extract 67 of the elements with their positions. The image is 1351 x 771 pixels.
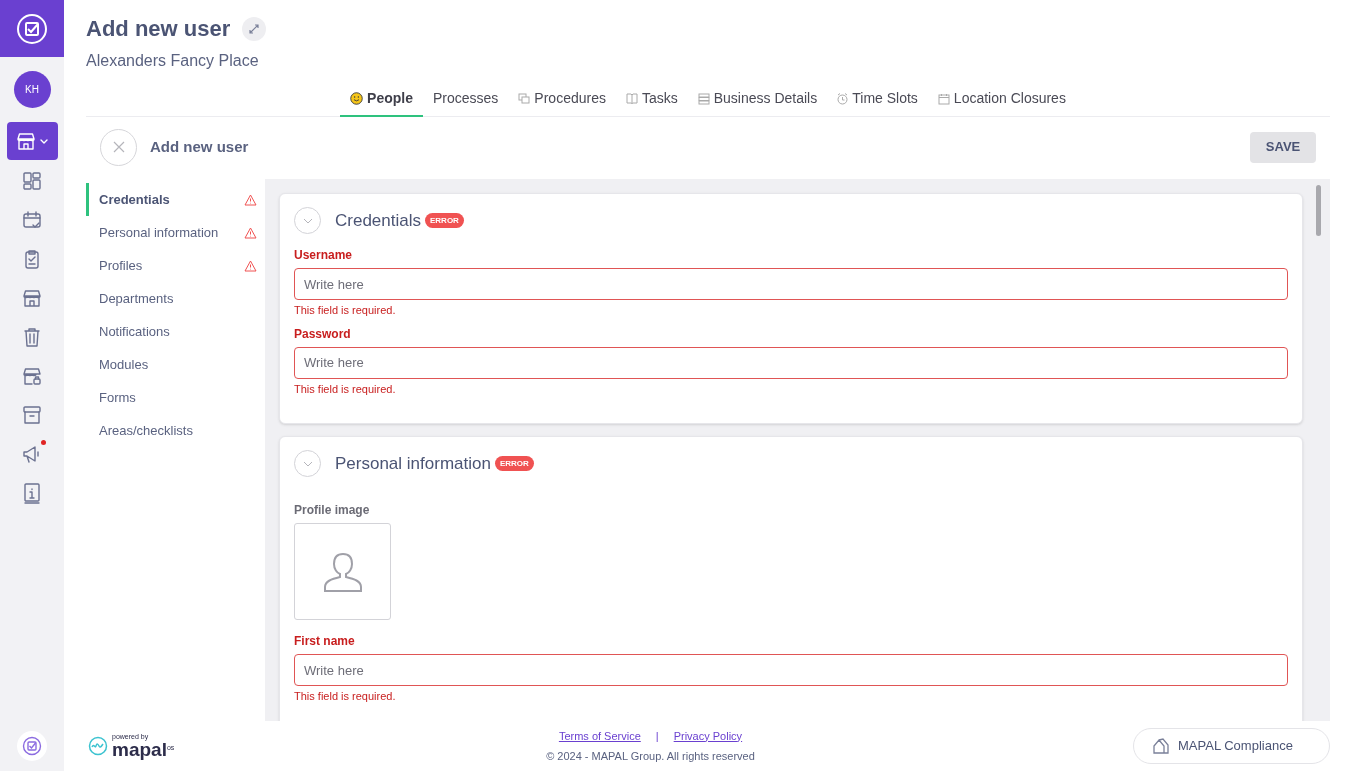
link-separator: | (655, 728, 659, 744)
field-label: Profile image (294, 502, 371, 519)
form-title: Add new user (150, 136, 249, 157)
wave-circle-icon (88, 736, 108, 756)
rail-item[interactable] (6, 122, 58, 160)
alarm-clock-icon (837, 92, 849, 105)
field-label: Username (294, 247, 354, 264)
book-info-icon (21, 482, 43, 504)
error-message: This field is required. (294, 381, 397, 397)
trash-icon (21, 326, 43, 348)
privacy-link[interactable]: Privacy Policy (673, 727, 743, 744)
store-lock-icon (21, 365, 43, 387)
store-icon (21, 287, 43, 309)
copyright-text: © 2024 - MAPAL Group. All rights reserved (546, 749, 755, 764)
scrollbar[interactable] (1316, 185, 1321, 236)
calendar-icon (937, 92, 950, 105)
field-label: First name (294, 633, 356, 650)
section-nav-item[interactable]: Areas/checklists (86, 414, 265, 447)
calendar-check-icon (21, 209, 43, 231)
copy-icon (518, 92, 531, 105)
tab[interactable]: People (340, 82, 423, 117)
app-logo[interactable] (0, 0, 64, 57)
dashboard-icon (21, 170, 43, 192)
error-message: This field is required. (294, 689, 397, 704)
error-message: This field is required. (294, 303, 397, 318)
tab[interactable]: Time Slots (827, 82, 928, 117)
text-field[interactable]: Write here (294, 268, 1288, 300)
card-title: Personal information (335, 452, 491, 475)
smiley-icon (350, 92, 364, 105)
section-nav-item[interactable]: Credentials (86, 183, 265, 216)
error-badge: ERROR (425, 213, 464, 228)
chevron-down-icon (302, 217, 313, 224)
section-nav-item[interactable]: Departments (86, 282, 265, 315)
error-badge: ERROR (494, 456, 534, 471)
tab[interactable]: Tasks (615, 82, 688, 117)
chevron-down-icon (302, 460, 313, 467)
section-nav-item[interactable]: Personal information (86, 216, 265, 249)
text-field[interactable]: Write here (294, 654, 1288, 686)
store-icon (15, 130, 37, 152)
book-icon (625, 93, 638, 104)
list-icon (697, 92, 710, 105)
save-button[interactable]: SAVE (1250, 131, 1316, 163)
location-name: Alexanders Fancy Place (86, 51, 260, 71)
expand-icon[interactable] (242, 16, 267, 41)
tab[interactable]: Location Closures (927, 82, 1076, 117)
warning-icon (244, 193, 257, 206)
profile-image-placeholder[interactable] (294, 523, 391, 620)
app-logo-icon[interactable] (17, 731, 47, 761)
warning-icon (244, 226, 257, 239)
section-nav-item[interactable]: Forms (86, 381, 265, 414)
close-icon (112, 141, 125, 153)
field-label: Password (294, 325, 352, 343)
terms-link[interactable]: Terms of Service (558, 727, 641, 744)
section-nav-item[interactable]: Profiles (86, 249, 265, 282)
tab[interactable]: Procedures (508, 82, 616, 117)
tab[interactable]: Business Details (687, 82, 828, 117)
warning-icon (244, 259, 257, 272)
tab[interactable]: Processes (423, 82, 509, 117)
section-nav-item[interactable]: Notifications (86, 315, 265, 348)
brand-wordmark: mapal (112, 740, 167, 759)
section-nav-item[interactable]: Modules (86, 348, 265, 381)
text-field[interactable]: Write here (294, 346, 1288, 379)
archive-icon (21, 404, 43, 426)
page-title: Add new user (86, 15, 231, 43)
user-avatar[interactable]: KH (13, 71, 51, 108)
house-icon (1152, 737, 1170, 755)
card-title: Credentials (335, 209, 421, 232)
